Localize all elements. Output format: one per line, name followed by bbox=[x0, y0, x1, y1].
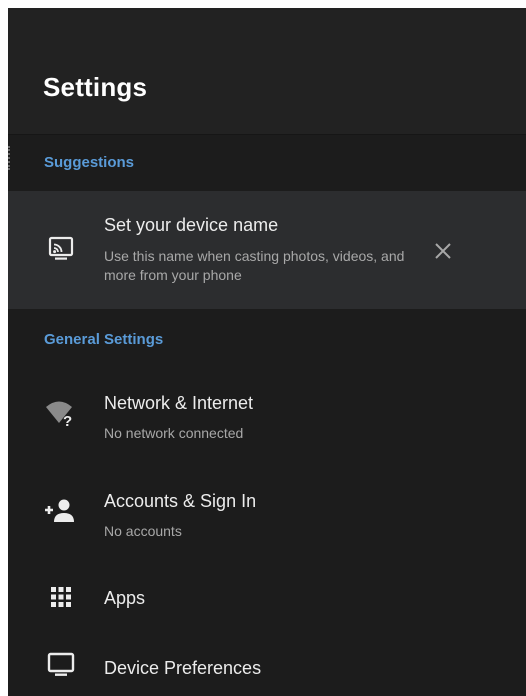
suggestion-title: Set your device name bbox=[104, 215, 279, 235]
svg-text:?: ? bbox=[63, 413, 72, 428]
suggestion-subtitle: Use this name when casting photos, video… bbox=[104, 248, 405, 283]
settings-panel: Settings Suggestions Set your device nam… bbox=[8, 8, 526, 696]
wifi-question-icon: ? bbox=[44, 396, 78, 430]
close-icon[interactable] bbox=[432, 240, 454, 262]
add-person-icon bbox=[44, 494, 78, 528]
accounts-subtitle: No accounts bbox=[104, 523, 182, 539]
apps-title: Apps bbox=[104, 588, 146, 608]
settings-item-accounts[interactable]: Accounts & Sign In No accounts bbox=[8, 474, 526, 554]
settings-header: Settings bbox=[8, 8, 526, 135]
edge-handle bbox=[8, 146, 12, 170]
settings-item-device-preferences[interactable]: Device Preferences bbox=[8, 636, 526, 696]
device-preferences-title: Device Preferences bbox=[104, 658, 262, 678]
page-title: Settings bbox=[43, 72, 148, 102]
section-header-general-settings: General Settings bbox=[44, 331, 164, 348]
cast-icon bbox=[44, 232, 78, 266]
tv-icon bbox=[44, 648, 78, 682]
suggestion-item-device-name[interactable]: Set your device name Use this name when … bbox=[8, 191, 526, 309]
section-header-suggestions: Suggestions bbox=[44, 154, 135, 171]
network-title: Network & Internet bbox=[104, 393, 254, 413]
accounts-title: Accounts & Sign In bbox=[104, 491, 257, 511]
network-subtitle: No network connected bbox=[104, 425, 244, 441]
settings-item-network[interactable]: ? Network & Internet No network connecte… bbox=[8, 378, 526, 458]
settings-item-apps[interactable]: Apps bbox=[8, 568, 526, 628]
apps-grid-icon bbox=[44, 580, 78, 614]
